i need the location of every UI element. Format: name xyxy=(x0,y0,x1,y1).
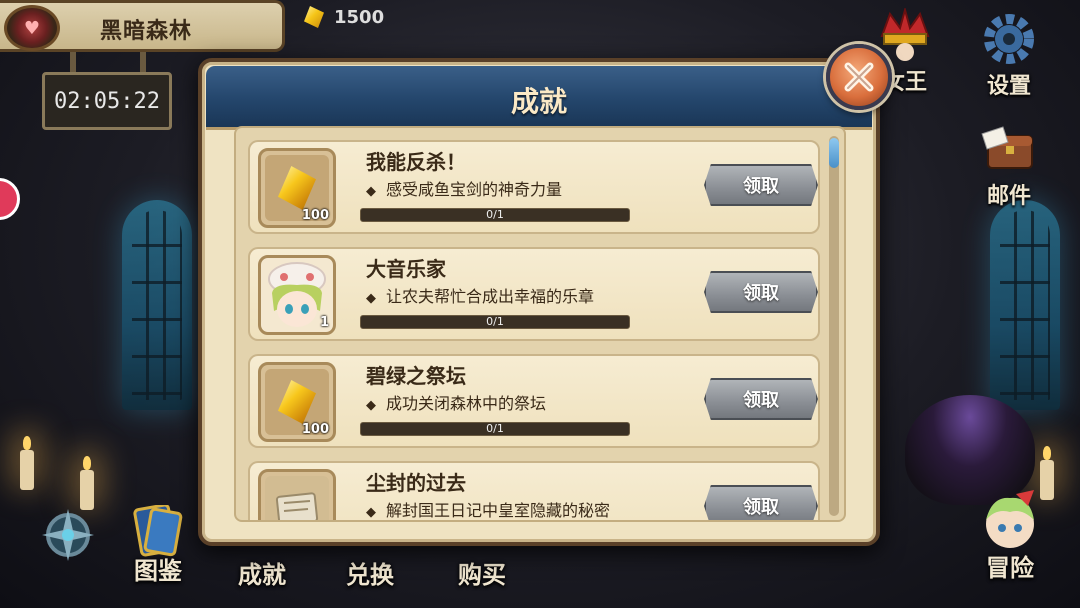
adventure-character-icon xyxy=(986,490,1034,548)
mail-chest-icon xyxy=(980,122,1038,176)
achievement-item: 尘封的过去 ◆ 解封国王日记中皇室隐藏的秘密 领取 xyxy=(248,461,820,520)
reward-slot: 1 xyxy=(258,255,336,335)
shop-button[interactable]: 购买 xyxy=(458,555,506,590)
adventure-label: 冒险 xyxy=(986,554,1034,582)
heart-emblem-icon: ♥ xyxy=(4,5,60,51)
achievement-description: ◆ 解封国王日记中皇室隐藏的秘密 xyxy=(366,497,611,520)
settings-label: 设置 xyxy=(986,74,1031,99)
achievement-title: 我能反杀！ xyxy=(366,150,466,174)
compass-button[interactable] xyxy=(38,505,98,565)
diamond-bullet-icon: ◆ xyxy=(366,398,376,413)
countdown-timer: 02:05:22 xyxy=(42,72,172,130)
description-text: 感受咸鱼宝剑的神奇力量 xyxy=(386,180,563,199)
adventure-button[interactable]: 冒险 xyxy=(978,490,1042,583)
currency-value: 1500 xyxy=(334,6,385,28)
close-button[interactable] xyxy=(826,44,892,110)
progress-bar: 0/1 xyxy=(360,422,630,436)
claim-button[interactable]: 领取 xyxy=(704,378,818,420)
background-window-left xyxy=(122,200,192,410)
achievement-description: ◆ 让农夫帮忙合成出幸福的乐章 xyxy=(366,283,594,307)
achievement-title: 碧绿之祭坛 xyxy=(366,364,466,388)
reward-quantity: 1 xyxy=(319,315,329,330)
timer-chain xyxy=(70,52,76,74)
diamond-bullet-icon: ◆ xyxy=(366,291,376,306)
mail-label: 邮件 xyxy=(986,184,1031,209)
shop-label: 购买 xyxy=(458,561,506,589)
reward-slot: 100 xyxy=(258,362,336,442)
codex-card-icon xyxy=(133,505,183,557)
currency-display: 1500 xyxy=(304,6,384,28)
background-cauldron xyxy=(905,395,1035,505)
diary-page-icon xyxy=(275,492,319,520)
progress-bar: 0/1 xyxy=(360,315,630,329)
background-candle xyxy=(1040,446,1054,500)
scrollbar[interactable] xyxy=(829,136,839,516)
progress-text: 0/1 xyxy=(486,208,504,221)
codex-label: 图鉴 xyxy=(134,557,182,585)
claim-button[interactable]: 领取 xyxy=(704,271,818,313)
compass-icon xyxy=(42,509,94,561)
reward-quantity: 100 xyxy=(301,422,329,437)
gold-gem-icon xyxy=(278,166,316,210)
background-candle xyxy=(20,436,34,490)
event-badge-icon[interactable] xyxy=(0,178,20,220)
reward-quantity: 100 xyxy=(301,208,329,223)
dialog-title: 成就 xyxy=(510,85,567,118)
queen-crown-icon xyxy=(876,8,934,62)
settings-button[interactable]: 设置 xyxy=(980,12,1038,100)
dialog-header: 成就 xyxy=(206,66,872,130)
achievements-label: 成就 xyxy=(238,561,286,589)
achievement-list[interactable]: 100 我能反杀！ ◆ 感受咸鱼宝剑的神奇力量 0/1 领取 1 大音乐家 ◆ 让农… xyxy=(234,126,846,522)
gold-gem-icon xyxy=(278,380,316,424)
gear-icon xyxy=(980,12,1038,66)
description-text: 让农夫帮忙合成出幸福的乐章 xyxy=(386,287,595,306)
region-plate: ♥ 黑暗森林 xyxy=(0,0,285,52)
claim-button[interactable]: 领取 xyxy=(704,485,818,520)
claim-button[interactable]: 领取 xyxy=(704,164,818,206)
exchange-label: 兑换 xyxy=(346,561,394,589)
timer-chain xyxy=(140,52,146,74)
progress-text: 0/1 xyxy=(486,422,504,435)
background-candle xyxy=(80,456,94,510)
description-text: 解封国王日记中皇室隐藏的秘密 xyxy=(386,501,611,520)
background-window-right xyxy=(990,200,1060,410)
exchange-button[interactable]: 兑换 xyxy=(346,555,394,590)
progress-bar: 0/1 xyxy=(360,208,630,222)
achievement-description: ◆ 感受咸鱼宝剑的神奇力量 xyxy=(366,176,562,200)
region-name: 黑暗森林 xyxy=(100,19,193,44)
diamond-bullet-icon: ◆ xyxy=(366,505,376,520)
achievements-button[interactable]: 成就 xyxy=(238,555,286,590)
achievement-item: 100 碧绿之祭坛 ◆ 成功关闭森林中的祭坛 0/1 领取 xyxy=(248,354,820,448)
achievement-description: ◆ 成功关闭森林中的祭坛 xyxy=(366,390,546,414)
achievement-title: 大音乐家 xyxy=(366,257,446,281)
achievement-item: 1 大音乐家 ◆ 让农夫帮忙合成出幸福的乐章 0/1 领取 xyxy=(248,247,820,341)
diamond-bullet-icon: ◆ xyxy=(366,184,376,199)
close-icon xyxy=(844,62,874,92)
achievement-item: 100 我能反杀！ ◆ 感受咸鱼宝剑的神奇力量 0/1 领取 xyxy=(248,140,820,234)
mail-button[interactable]: 邮件 xyxy=(980,122,1038,210)
reward-slot: 100 xyxy=(258,148,336,228)
reward-slot xyxy=(258,469,336,520)
scrollbar-thumb[interactable] xyxy=(829,138,839,168)
description-text: 成功关闭森林中的祭坛 xyxy=(386,394,547,413)
achievement-title: 尘封的过去 xyxy=(366,471,466,495)
progress-text: 0/1 xyxy=(486,315,504,328)
codex-button[interactable]: 图鉴 xyxy=(130,505,186,586)
gold-gem-icon xyxy=(304,6,324,28)
